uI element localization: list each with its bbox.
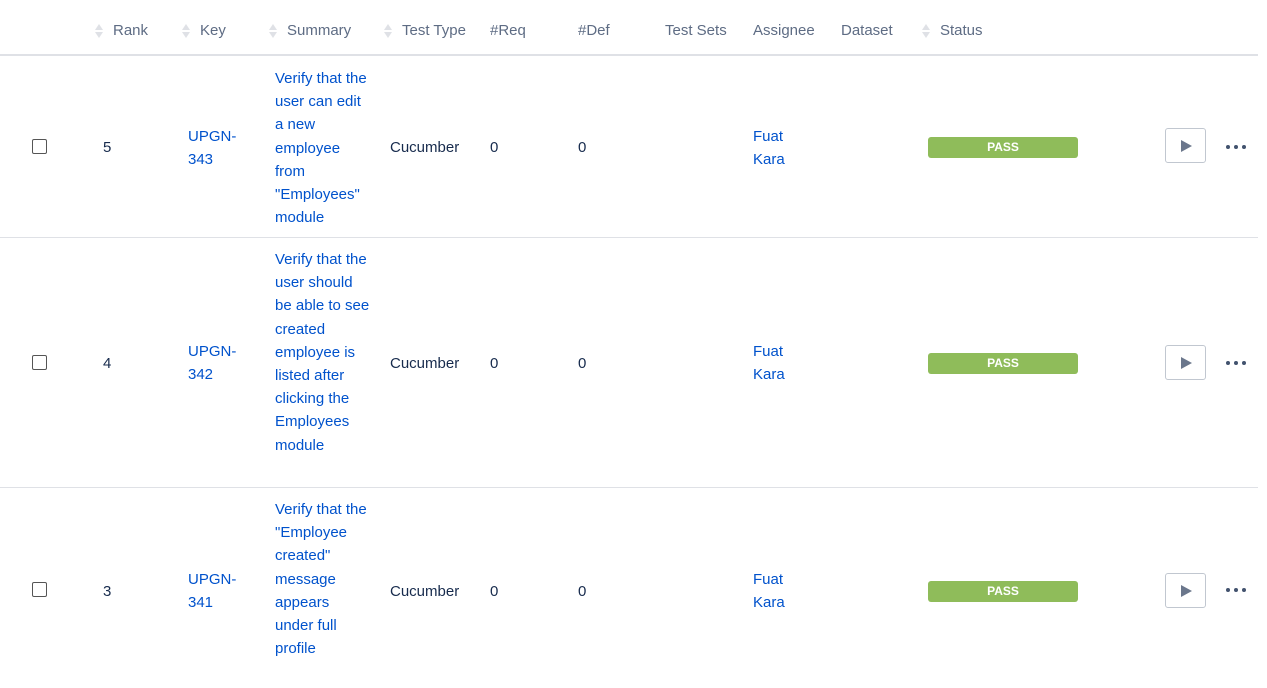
header-dataset: Dataset: [841, 22, 893, 39]
assignee-link[interactable]: Fuat Kara: [753, 568, 793, 614]
run-button[interactable]: [1165, 128, 1206, 163]
test-type-cell: Cucumber: [390, 139, 460, 156]
header-req: #Req: [490, 22, 526, 39]
rank-cell: 5: [103, 139, 112, 156]
more-icon: [1226, 588, 1230, 592]
test-type-cell: Cucumber: [390, 583, 460, 600]
sort-icon: [182, 23, 191, 39]
run-button[interactable]: [1165, 345, 1206, 380]
issue-key-link[interactable]: UPGN-342: [188, 340, 248, 386]
status-badge: PASS: [928, 581, 1078, 602]
header-test-type[interactable]: Test Type: [384, 22, 466, 39]
table-header: Rank Key Summary Test Type #Req #Def Tes…: [0, 0, 1258, 56]
status-badge: PASS: [928, 353, 1078, 374]
row-checkbox[interactable]: [32, 582, 47, 597]
summary-link[interactable]: Verify that the user should be able to s…: [275, 248, 371, 457]
table-row: 5 UPGN-343 Verify that the user can edit…: [0, 56, 1258, 238]
sort-icon: [384, 23, 393, 39]
table-row: 4 UPGN-342 Verify that the user should b…: [0, 238, 1258, 488]
def-count: 0: [578, 139, 587, 156]
assignee-link[interactable]: Fuat Kara: [753, 340, 793, 386]
sort-icon: [95, 23, 104, 39]
req-count: 0: [490, 583, 499, 600]
header-assignee: Assignee: [753, 22, 815, 39]
play-icon: [1180, 139, 1192, 152]
summary-link[interactable]: Verify that the user can edit a new empl…: [275, 67, 371, 229]
rank-cell: 4: [103, 355, 112, 372]
more-actions-button[interactable]: [1226, 358, 1246, 368]
row-checkbox[interactable]: [32, 355, 47, 370]
req-count: 0: [490, 139, 499, 156]
sort-icon: [922, 23, 931, 39]
header-status[interactable]: Status: [922, 22, 983, 39]
more-actions-button[interactable]: [1226, 142, 1246, 152]
header-rank[interactable]: Rank: [95, 22, 148, 39]
status-badge: PASS: [928, 137, 1078, 158]
issue-key-link[interactable]: UPGN-343: [188, 125, 248, 171]
header-def: #Def: [578, 22, 610, 39]
header-key[interactable]: Key: [182, 22, 226, 39]
more-icon: [1226, 145, 1230, 149]
assignee-link[interactable]: Fuat Kara: [753, 125, 793, 171]
issue-key-link[interactable]: UPGN-341: [188, 568, 248, 614]
header-test-sets: Test Sets: [665, 22, 727, 39]
run-button[interactable]: [1165, 573, 1206, 608]
more-actions-button[interactable]: [1226, 585, 1246, 595]
summary-link[interactable]: Verify that the "Employee created" messa…: [275, 498, 371, 660]
def-count: 0: [578, 355, 587, 372]
row-checkbox[interactable]: [32, 139, 47, 154]
table-row: 3 UPGN-341 Verify that the "Employee cre…: [0, 488, 1258, 688]
test-type-cell: Cucumber: [390, 355, 460, 372]
rank-cell: 3: [103, 583, 112, 600]
sort-icon: [269, 23, 278, 39]
req-count: 0: [490, 355, 499, 372]
more-icon: [1226, 361, 1230, 365]
play-icon: [1180, 584, 1192, 597]
play-icon: [1180, 356, 1192, 369]
header-summary[interactable]: Summary: [269, 22, 351, 39]
def-count: 0: [578, 583, 587, 600]
